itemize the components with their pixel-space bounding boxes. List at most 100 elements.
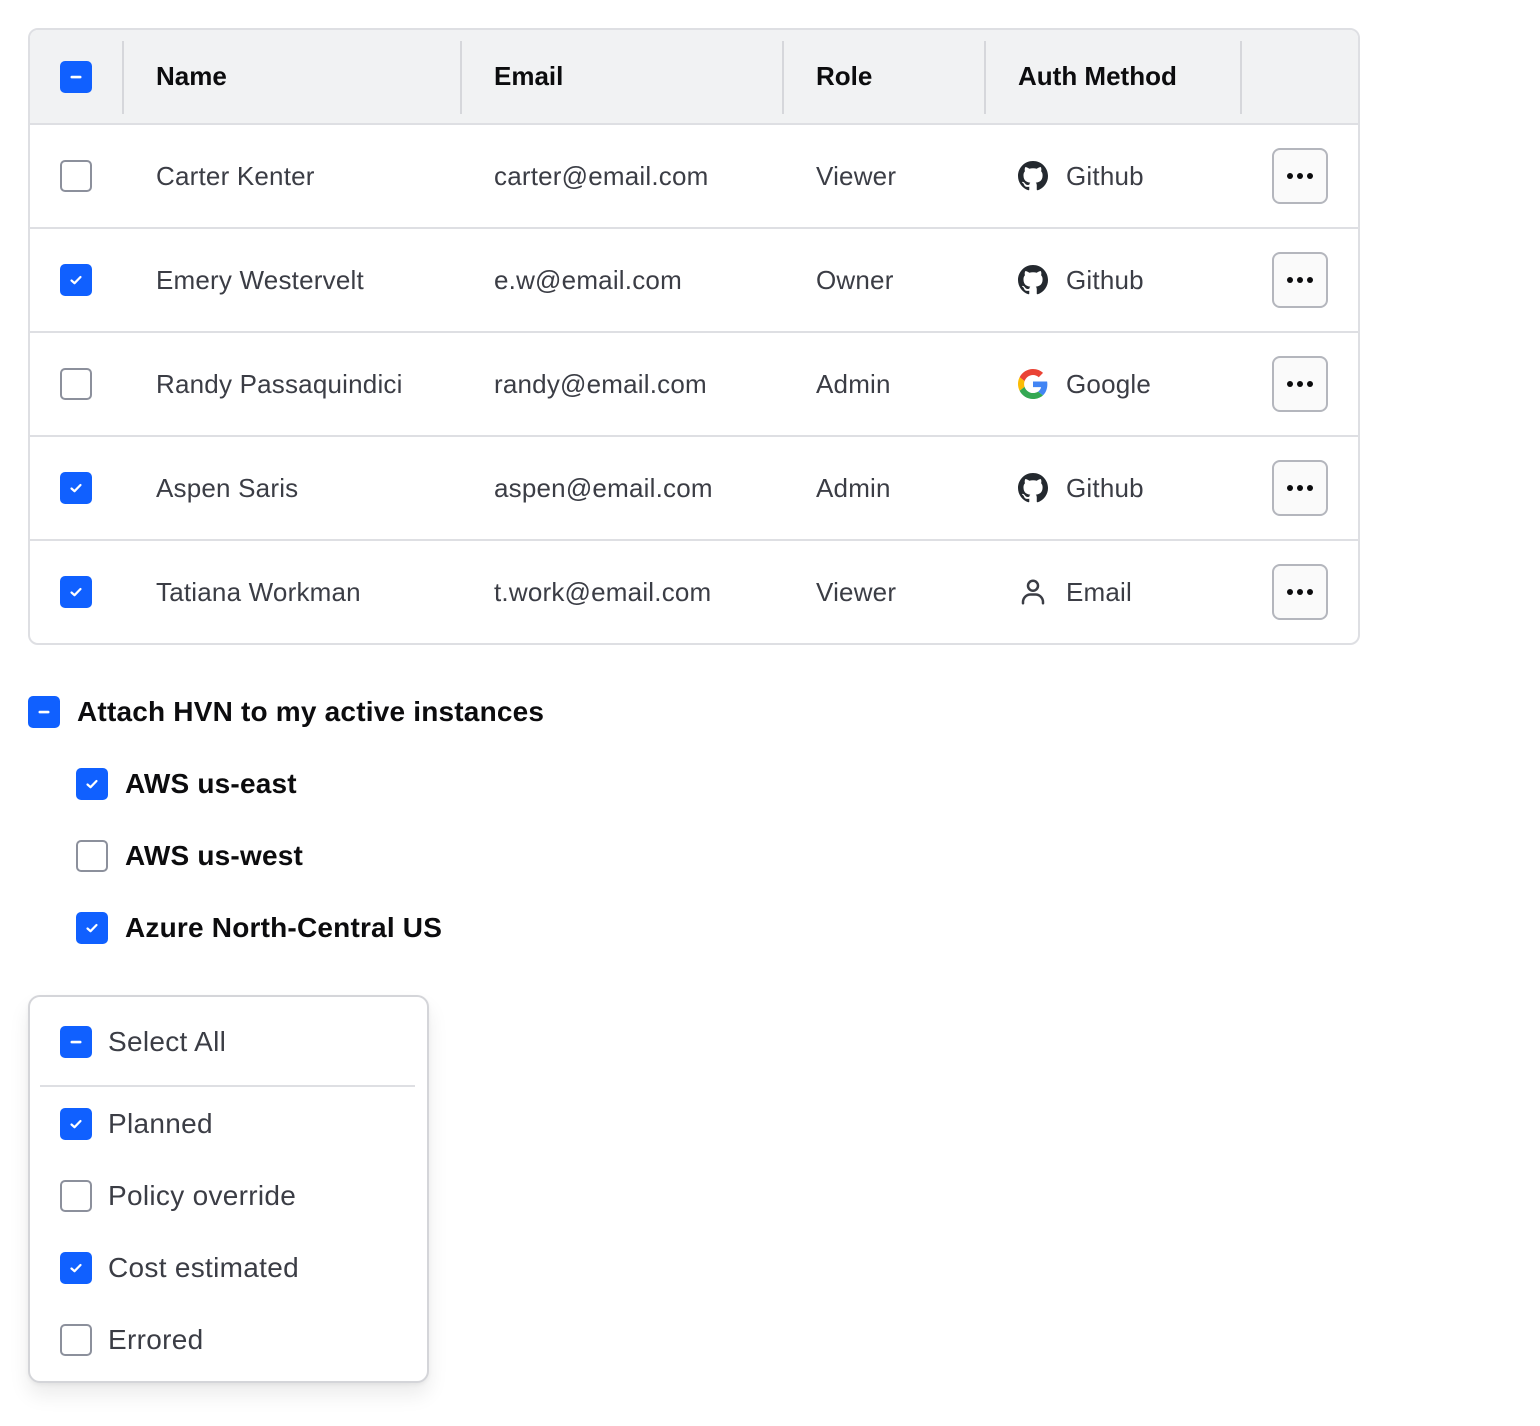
- more-dots-icon: [1307, 381, 1313, 387]
- github-icon: [1018, 473, 1048, 503]
- column-header-role[interactable]: Role: [816, 61, 872, 92]
- user-email: carter@email.com: [494, 160, 709, 191]
- select-all-rows-checkbox[interactable]: [60, 60, 92, 93]
- filter-option-checkbox[interactable]: [60, 1324, 92, 1356]
- row-checkbox[interactable]: [60, 160, 92, 192]
- hvn-region-list: AWS us-east AWS us-west Azure North-Centra…: [76, 768, 544, 944]
- region-checkbox[interactable]: [76, 912, 108, 944]
- filter-option-label[interactable]: Errored: [108, 1324, 203, 1356]
- row-checkbox[interactable]: [60, 472, 92, 504]
- row-actions-button[interactable]: [1272, 356, 1328, 412]
- checkmark-icon: [70, 275, 82, 285]
- more-dots-icon: [1307, 173, 1313, 179]
- more-dots-icon: [1297, 381, 1303, 387]
- column-divider: [1240, 41, 1242, 114]
- hvn-region-item: AWS us-west: [76, 840, 544, 872]
- checkmark-icon: [70, 587, 82, 597]
- more-dots-icon: [1307, 589, 1313, 595]
- column-divider: [782, 41, 784, 114]
- filter-option-checkbox[interactable]: [60, 1180, 92, 1212]
- more-dots-icon: [1297, 277, 1303, 283]
- user-role: Admin: [816, 472, 891, 503]
- more-dots-icon: [1297, 485, 1303, 491]
- column-header-email[interactable]: Email: [494, 61, 563, 92]
- hvn-checkbox-group: Attach HVN to my active instances AWS us…: [28, 696, 544, 944]
- user-name: Aspen Saris: [156, 472, 299, 503]
- hvn-region-item: Azure North-Central US: [76, 912, 544, 944]
- minus-icon: [70, 75, 82, 78]
- table-row: Tatiana Workman t.work@email.com Viewer …: [30, 541, 1358, 643]
- more-dots-icon: [1287, 381, 1293, 387]
- region-label[interactable]: Azure North-Central US: [125, 912, 442, 944]
- attach-hvn-checkbox[interactable]: [28, 696, 60, 728]
- user-name: Randy Passaquindici: [156, 368, 403, 399]
- filter-option-checkbox[interactable]: [60, 1252, 92, 1284]
- user-email: t.work@email.com: [494, 576, 712, 607]
- more-dots-icon: [1287, 277, 1293, 283]
- more-dots-icon: [1297, 589, 1303, 595]
- row-checkbox[interactable]: [60, 576, 92, 608]
- select-all-checkbox[interactable]: [60, 1026, 92, 1058]
- auth-method: Google: [1066, 368, 1152, 399]
- user-icon: [1018, 577, 1048, 607]
- user-name: Carter Kenter: [156, 160, 315, 191]
- users-table: Name Email Role Auth Method Carter Kente…: [28, 28, 1360, 645]
- row-actions-button[interactable]: [1272, 252, 1328, 308]
- filter-option: Errored: [60, 1324, 203, 1356]
- user-email: aspen@email.com: [494, 472, 713, 503]
- checkmark-icon: [70, 1119, 82, 1129]
- row-checkbox[interactable]: [60, 264, 92, 296]
- checkmark-icon: [86, 923, 98, 933]
- column-header-name[interactable]: Name: [156, 61, 227, 92]
- user-email: randy@email.com: [494, 368, 707, 399]
- minus-icon: [38, 710, 50, 714]
- more-dots-icon: [1287, 173, 1293, 179]
- region-label[interactable]: AWS us-east: [125, 768, 297, 800]
- column-divider: [122, 41, 124, 114]
- column-divider: [460, 41, 462, 114]
- region-checkbox[interactable]: [76, 768, 108, 800]
- user-name: Tatiana Workman: [156, 576, 361, 607]
- table-row: Carter Kenter carter@email.com Viewer Gi…: [30, 125, 1358, 229]
- user-role: Viewer: [816, 576, 897, 607]
- more-dots-icon: [1287, 589, 1293, 595]
- checkmark-icon: [86, 779, 98, 789]
- row-checkbox[interactable]: [60, 368, 92, 400]
- table-row: Emery Westervelt e.w@email.com Owner Git…: [30, 229, 1358, 333]
- more-dots-icon: [1287, 485, 1293, 491]
- attach-hvn-label[interactable]: Attach HVN to my active instances: [77, 696, 544, 728]
- github-icon: [1018, 161, 1048, 191]
- user-role: Owner: [816, 264, 894, 295]
- google-icon: [1018, 369, 1048, 399]
- status-filter-dropdown: Select All Planned Policy override Cost es…: [28, 995, 429, 1383]
- checkmark-icon: [70, 1263, 82, 1273]
- user-name: Emery Westervelt: [156, 264, 364, 295]
- select-all-label[interactable]: Select All: [108, 1026, 226, 1058]
- more-dots-icon: [1307, 277, 1313, 283]
- user-role: Admin: [816, 368, 891, 399]
- row-actions-button[interactable]: [1272, 564, 1328, 620]
- checkmark-icon: [70, 483, 82, 493]
- auth-method: Github: [1066, 160, 1144, 191]
- user-email: e.w@email.com: [494, 264, 682, 295]
- region-checkbox[interactable]: [76, 840, 108, 872]
- column-divider: [984, 41, 986, 114]
- github-icon: [1018, 265, 1048, 295]
- filter-option-checkbox[interactable]: [60, 1108, 92, 1140]
- auth-method: Github: [1066, 472, 1144, 503]
- filter-option: Planned: [60, 1108, 213, 1140]
- table-row: Aspen Saris aspen@email.com Admin Github: [30, 437, 1358, 541]
- hvn-region-item: AWS us-east: [76, 768, 544, 800]
- filter-option: Cost estimated: [60, 1252, 299, 1284]
- row-actions-button[interactable]: [1272, 460, 1328, 516]
- column-header-auth-method[interactable]: Auth Method: [1018, 61, 1177, 92]
- filter-option-label[interactable]: Planned: [108, 1108, 213, 1140]
- auth-method: Email: [1066, 576, 1133, 607]
- row-actions-button[interactable]: [1272, 148, 1328, 204]
- filter-option-label[interactable]: Cost estimated: [108, 1252, 299, 1284]
- region-label[interactable]: AWS us-west: [125, 840, 303, 872]
- table-row: Randy Passaquindici randy@email.com Admi…: [30, 333, 1358, 437]
- table-header: Name Email Role Auth Method: [30, 30, 1358, 125]
- filter-option-label[interactable]: Policy override: [108, 1180, 296, 1212]
- minus-icon: [70, 1040, 82, 1044]
